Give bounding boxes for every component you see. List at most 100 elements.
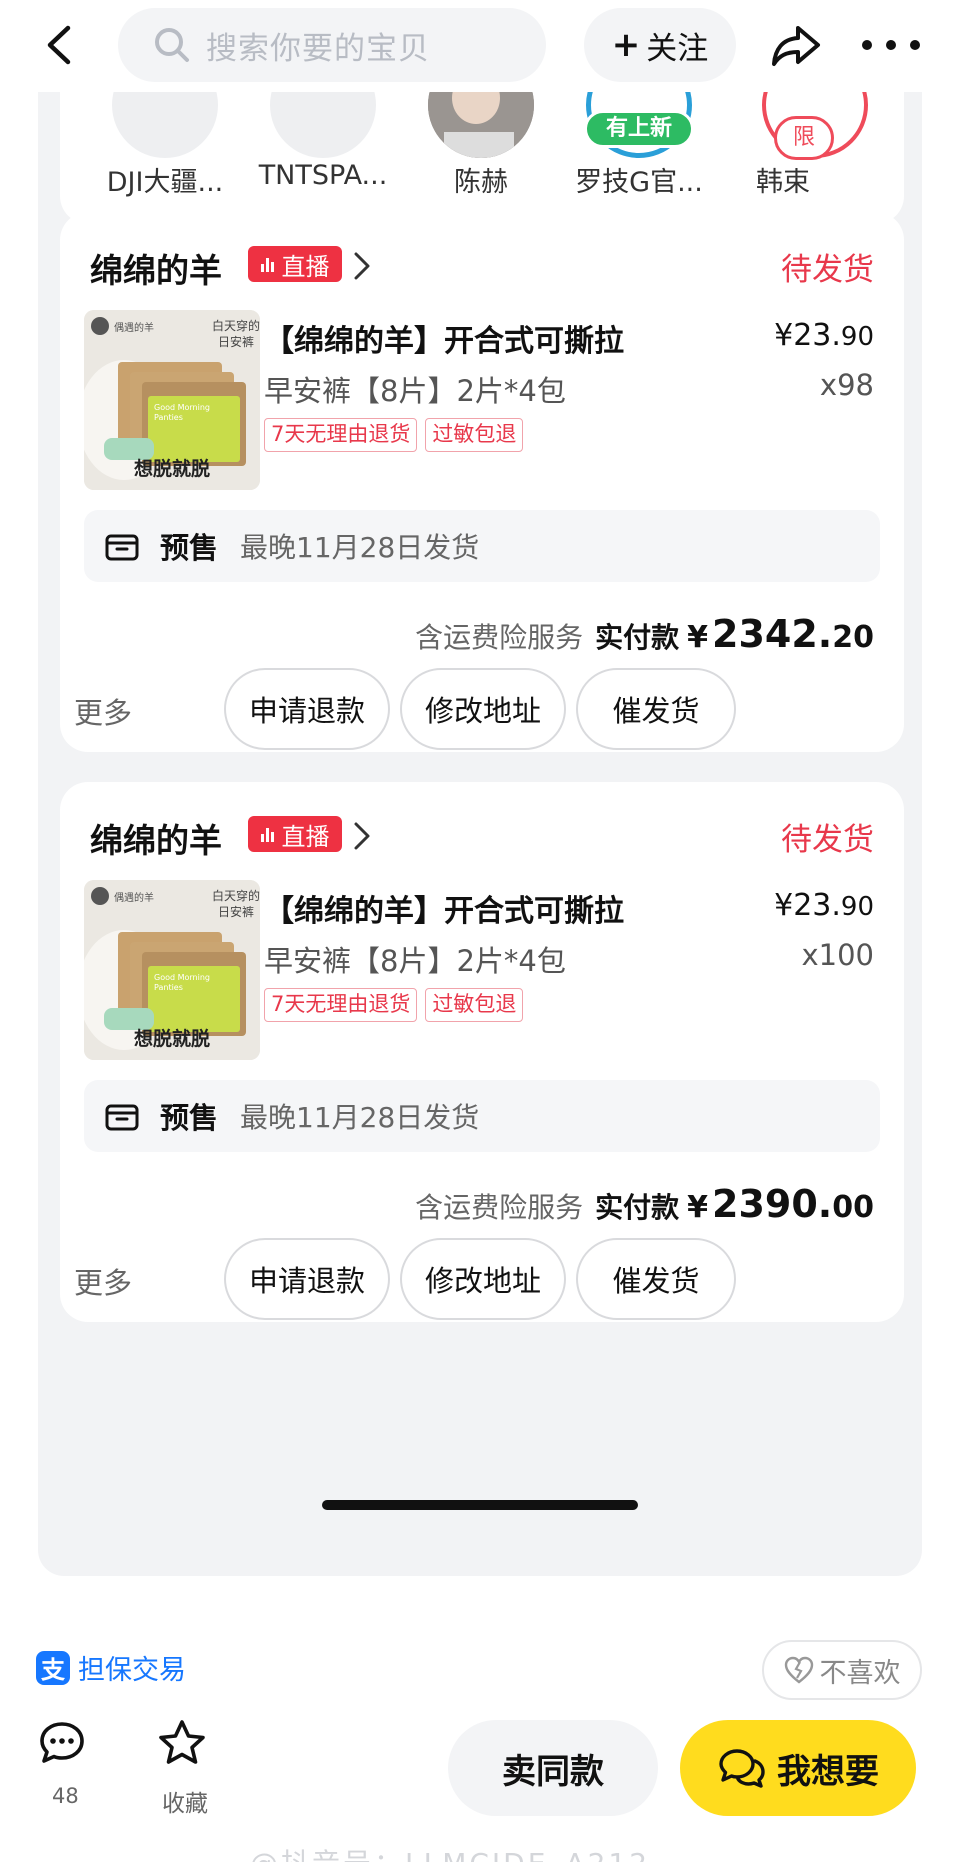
alipay-icon: 支 (36, 1650, 70, 1685)
change-address-button[interactable]: 修改地址 (400, 668, 566, 750)
product-spec: 早安裤【8片】2片*4包 (264, 944, 566, 978)
payment-summary: 含运费险服务 实付款 ¥ 2342. 20 (415, 612, 874, 656)
search-placeholder: 搜索你要的宝贝 (206, 30, 430, 67)
product-thumbnail[interactable]: 偶遇的羊 白天穿的 日安裤 Good Morning Panties 想脱就脱 (84, 880, 260, 1060)
return-policy-tag: 7天无理由退货 (264, 988, 418, 1022)
paid-label: 实付款 (595, 621, 680, 654)
svg-text:日安裤: 日安裤 (218, 334, 254, 349)
follow-label: 关注 (646, 30, 709, 67)
currency-symbol: ¥ (687, 1190, 709, 1225)
product-quantity: x98 (819, 368, 874, 402)
new-arrivals-badge: 有上新 (584, 110, 694, 148)
paid-amount-decimal: 20 (832, 620, 874, 655)
order-status: 待发货 (781, 252, 874, 288)
paid-amount: 2390. (712, 1182, 833, 1226)
dislike-button[interactable]: 不喜欢 (762, 1640, 922, 1700)
urge-shipping-button[interactable]: 催发货 (576, 668, 736, 750)
service-tags: 7天无理由退货 过敏包退 (264, 418, 531, 452)
paid-amount-decimal: 00 (832, 1190, 874, 1225)
brand-text: 偶遇的羊 (114, 321, 154, 334)
watermark: @抖音号：LLMCIDE_A212 (250, 1842, 650, 1862)
return-policy-tag: 7天无理由退货 (264, 418, 418, 452)
guaranteed-transaction[interactable]: 支 担保交易 (36, 1648, 186, 1687)
currency-symbol: ¥ (687, 620, 709, 655)
paid-amount: 2342. (712, 612, 833, 656)
ship-deadline: 最晚11月28日发货 (240, 1101, 480, 1134)
chevron-right-icon[interactable] (350, 250, 374, 282)
search-input[interactable]: 搜索你要的宝贝 (118, 8, 546, 82)
share-icon[interactable] (768, 18, 824, 74)
follow-button[interactable]: + 关注 (584, 8, 736, 82)
urge-shipping-button[interactable]: 催发货 (576, 1238, 736, 1320)
product-price: ¥23.90 (774, 318, 874, 353)
presale-label: 预售 (160, 531, 219, 565)
ship-deadline: 最晚11月28日发货 (240, 531, 480, 564)
allergy-refund-tag: 过敏包退 (425, 988, 524, 1022)
followed-shops-strip: DJI大疆... TNTSPA... 陈赫 有上新 罗技G官... 限 韩束 (60, 92, 904, 224)
more-options-icon[interactable] (862, 20, 920, 70)
product-spec: 早安裤【8片】2片*4包 (264, 374, 566, 408)
package-icon (105, 1104, 139, 1131)
product-thumbnail[interactable]: 偶遇的羊 白天穿的 日安裤 Good Morning Panties 想脱就脱 (84, 310, 260, 490)
plus-icon: + (611, 25, 641, 65)
search-icon (155, 28, 189, 62)
product-title[interactable]: 【绵绵的羊】开合式可撕拉... (264, 316, 624, 360)
svg-text:日安裤: 日安裤 (218, 904, 254, 919)
live-badge[interactable]: 直播 (248, 246, 342, 282)
star-icon (159, 1720, 205, 1764)
shop-title[interactable]: 绵绵的羊 (90, 244, 222, 292)
request-refund-button[interactable]: 申请退款 (224, 1238, 390, 1320)
live-label: 直播 (281, 822, 330, 851)
change-address-button[interactable]: 修改地址 (400, 1238, 566, 1320)
order-card[interactable]: 绵绵的羊 直播 待发货 偶遇的羊 白天穿的 日安裤 Good Morning P… (60, 782, 904, 1322)
more-actions-link[interactable]: 更多 (74, 690, 132, 732)
paid-label: 实付款 (595, 1191, 680, 1224)
brand-text: 偶遇的羊 (114, 891, 154, 904)
svg-text:Panties: Panties (154, 413, 183, 422)
bottom-action-bar: 48 收藏 卖同款 我想要 @抖音号：LLMCIDE_A212 (0, 1700, 960, 1862)
svg-text:想脱就脱: 想脱就脱 (134, 1027, 210, 1050)
shop-avatar (428, 92, 534, 158)
request-refund-button[interactable]: 申请退款 (224, 668, 390, 750)
shop-title[interactable]: 绵绵的羊 (90, 814, 222, 862)
payment-summary: 含运费险服务 实付款 ¥ 2390. 00 (415, 1182, 874, 1226)
dislike-label: 不喜欢 (819, 1657, 901, 1689)
back-arrow-icon[interactable] (38, 22, 84, 68)
order-card[interactable]: 绵绵的羊 直播 待发货 偶遇的羊 白天穿的 日安裤 Good Morning P… (60, 212, 904, 752)
product-title[interactable]: 【绵绵的羊】开合式可撕拉... (264, 886, 624, 930)
guarantee-label: 担保交易 (78, 1655, 186, 1686)
i-want-button[interactable]: 我想要 (680, 1720, 916, 1816)
presale-label: 预售 (160, 1101, 219, 1135)
svg-text:白天穿的: 白天穿的 (212, 318, 260, 333)
favorite-button[interactable]: 收藏 (156, 1718, 236, 1817)
dot (886, 40, 896, 50)
svg-text:Good Morning: Good Morning (154, 403, 210, 412)
top-bar: 搜索你要的宝贝 + 关注 (0, 0, 960, 92)
presale-info: 预售 最晚11月28日发货 (84, 510, 880, 582)
shop-name: 韩束 (756, 167, 810, 198)
product-image: 偶遇的羊 白天穿的 日安裤 Good Morning Panties 想脱就脱 (84, 880, 260, 1060)
live-bars-icon (260, 256, 276, 272)
shop-name: 罗技G官... (575, 167, 703, 198)
chat-bubbles-icon (719, 1749, 765, 1788)
i-want-label: 我想要 (777, 1751, 879, 1792)
comment-icon (40, 1722, 84, 1763)
svg-text:Good Morning: Good Morning (154, 973, 210, 982)
product-quantity: x100 (801, 938, 874, 972)
comment-button[interactable]: 48 (38, 1720, 102, 1808)
comment-count: 48 (52, 1784, 79, 1808)
limited-badge: 限 (774, 116, 834, 160)
broken-heart-icon (784, 1656, 813, 1684)
live-badge[interactable]: 直播 (248, 816, 342, 852)
more-actions-link[interactable]: 更多 (74, 1260, 132, 1302)
shop-avatar (112, 92, 218, 158)
presale-info: 预售 最晚11月28日发货 (84, 1080, 880, 1152)
live-bars-icon (260, 826, 276, 842)
chevron-right-icon[interactable] (350, 820, 374, 852)
product-image: 偶遇的羊 白天穿的 日安裤 Good Morning Panties 想脱就脱 (84, 310, 260, 490)
live-label: 直播 (281, 252, 330, 281)
sell-same-button[interactable]: 卖同款 (448, 1720, 658, 1816)
package-icon (105, 534, 139, 561)
insurance-label: 含运费险服务 (415, 621, 584, 654)
favorite-label: 收藏 (162, 1791, 208, 1817)
